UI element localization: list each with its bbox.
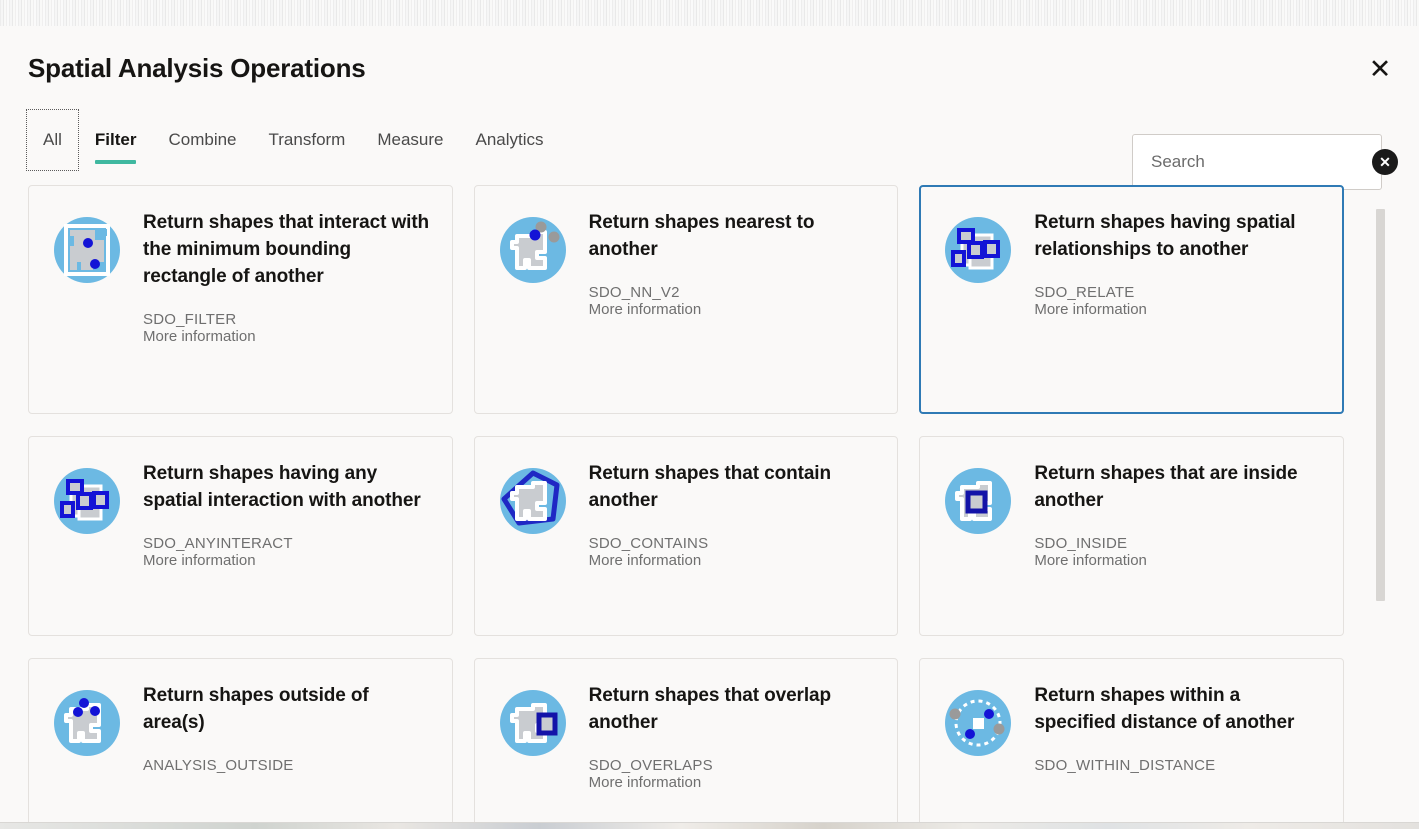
more-information-link[interactable]: More information [1034, 552, 1147, 569]
operation-card-body: Return shapes having any spatial interac… [143, 459, 432, 617]
more-information-link[interactable]: More information [143, 552, 256, 569]
more-information-link[interactable]: More information [589, 774, 702, 791]
contains-icon [495, 463, 571, 539]
operation-card[interactable]: Return shapes nearest to another SDO_NN_V… [473, 185, 899, 414]
operation-card[interactable]: Return shapes that are inside another SDO… [919, 436, 1344, 636]
operation-card[interactable]: Return shapes within a specified distanc… [919, 658, 1344, 822]
scrollbar-thumb[interactable] [1376, 209, 1385, 601]
operation-card[interactable]: Return shapes that overlap another SDO_OV… [473, 658, 899, 822]
operation-card-body: Return shapes having spatial relationshi… [1034, 208, 1323, 395]
search-box[interactable]: ✕ [1132, 134, 1398, 190]
overlaps-icon [495, 685, 571, 761]
operation-title: Return shapes nearest to another [588, 212, 815, 260]
operation-title: Return shapes that are inside another [1034, 463, 1298, 511]
search-input[interactable] [1151, 152, 1372, 172]
operation-code: SDO_INSIDE [1034, 534, 1128, 552]
operation-card-body: Return shapes within a specified distanc… [1034, 681, 1323, 822]
operation-code: SDO_OVERLAPS [588, 756, 713, 774]
more-information-link[interactable]: More information [589, 301, 702, 318]
operation-card-body: Return shapes that contain another SDO_CO… [589, 459, 878, 617]
background-content-strip-top [0, 0, 1419, 26]
spatial-analysis-operations-dialog: Spatial Analysis Operations ✕ All Filter C… [0, 26, 1419, 822]
tab-all[interactable]: All [26, 109, 79, 171]
operations-scroll-area: Return shapes that interact with the min… [0, 185, 1419, 822]
tab-transform[interactable]: Transform [253, 109, 362, 171]
operation-title: Return shapes having any spatial interac… [143, 463, 421, 511]
tab-filter[interactable]: Filter [79, 109, 153, 171]
operation-card[interactable]: Return shapes outside of area(s) ANALYSIS… [28, 658, 453, 822]
within-distance-icon [940, 685, 1016, 761]
page-title: Spatial Analysis Operations [28, 53, 366, 83]
operation-card-body: Return shapes that interact with the min… [143, 208, 432, 395]
operation-title: Return shapes having spatial relationshi… [1034, 212, 1296, 260]
more-information-link[interactable]: More information [1034, 301, 1147, 318]
operation-code: SDO_WITHIN_DISTANCE [1034, 756, 1216, 774]
any-interact-icon [49, 463, 125, 539]
clear-search-icon[interactable]: ✕ [1372, 149, 1398, 175]
inside-icon [940, 463, 1016, 539]
tab-measure[interactable]: Measure [361, 109, 459, 171]
operation-card[interactable]: Return shapes that contain another SDO_CO… [473, 436, 899, 636]
scrollbar[interactable] [1376, 206, 1385, 829]
operation-title: Return shapes that overlap another [588, 685, 832, 733]
operation-card-body: Return shapes that overlap another SDO_OV… [589, 681, 878, 822]
nearest-neighbor-icon [495, 212, 571, 288]
tab-analytics[interactable]: Analytics [459, 109, 559, 171]
operation-card[interactable]: Return shapes having spatial relationshi… [919, 185, 1344, 414]
operation-card-body: Return shapes outside of area(s) ANALYSIS… [143, 681, 432, 822]
operation-title: Return shapes within a specified distanc… [1034, 685, 1295, 733]
operation-code: ANALYSIS_OUTSIDE [143, 756, 294, 774]
operation-card[interactable]: Return shapes having any spatial interac… [28, 436, 453, 636]
operation-card-body: Return shapes nearest to another SDO_NN_V… [589, 208, 878, 395]
close-icon[interactable]: ✕ [1363, 52, 1397, 86]
operation-code: SDO_ANYINTERACT [143, 534, 293, 552]
operations-grid: Return shapes that interact with the min… [28, 185, 1344, 822]
operation-card-body: Return shapes that are inside another SDO… [1034, 459, 1323, 617]
operation-code: SDO_CONTAINS [588, 534, 709, 552]
operation-title: Return shapes that interact with the min… [143, 212, 430, 287]
operation-code: SDO_FILTER [143, 310, 237, 328]
tab-combine[interactable]: Combine [152, 109, 252, 171]
outside-area-icon [49, 685, 125, 761]
operation-title: Return shapes that contain another [588, 463, 831, 511]
mbr-interact-icon [49, 212, 125, 288]
background-content-strip-bottom [0, 822, 1419, 829]
operation-card[interactable]: Return shapes that interact with the min… [28, 185, 453, 414]
operation-code: SDO_NN_V2 [588, 283, 680, 301]
operation-code: SDO_RELATE [1034, 283, 1135, 301]
more-information-link[interactable]: More information [143, 328, 256, 345]
more-information-link[interactable]: More information [589, 552, 702, 569]
app-root: Spatial Analysis Operations ✕ All Filter C… [0, 0, 1419, 829]
spatial-relate-icon [940, 212, 1016, 288]
operation-title: Return shapes outside of area(s) [143, 685, 369, 733]
